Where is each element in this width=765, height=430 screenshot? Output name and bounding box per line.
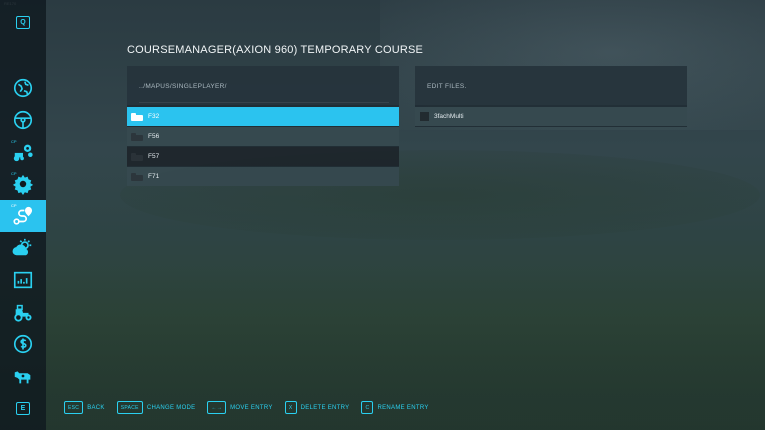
sidebar-next-key[interactable]: E — [16, 402, 30, 415]
folder-row[interactable]: F71 — [127, 167, 399, 186]
folder-panel-header: ../MAPUS/SINGLEPLAYER/ — [127, 66, 399, 105]
steering-wheel-icon — [13, 110, 33, 130]
world-map-icon — [13, 78, 33, 98]
files-panel-header: EDIT FILES. — [415, 66, 687, 105]
nav-item-map[interactable] — [0, 72, 46, 104]
nav-item-cp-settings[interactable]: CP — [0, 168, 46, 200]
action-label: DELETE ENTRY — [300, 404, 350, 411]
action-label: CHANGE MODE — [146, 404, 196, 411]
key-space: SPACE — [116, 401, 143, 414]
folder-row[interactable]: F57 — [127, 147, 399, 166]
nav-item-garage[interactable] — [0, 296, 46, 328]
folder-row[interactable]: F56 — [127, 127, 399, 146]
nav-item-course-manager[interactable]: CP — [0, 200, 46, 232]
folder-icon — [131, 152, 143, 161]
weather-icon — [12, 238, 32, 256]
footer-action-change-mode[interactable]: SPACE CHANGE MODE — [116, 401, 196, 414]
finance-dollar-icon — [13, 334, 33, 354]
footer-action-delete-entry[interactable]: X DELETE ENTRY — [284, 401, 350, 414]
tractor-icon — [14, 304, 32, 322]
page-title: COURSEMANAGER(AXION 960) TEMPORARY COURS… — [127, 44, 424, 56]
key-arrows: ←→ — [207, 401, 227, 414]
action-label: BACK — [87, 404, 105, 411]
nav-item-statistics[interactable] — [0, 264, 46, 296]
files-panel: EDIT FILES. 3fachMulti — [415, 66, 687, 127]
footer-action-back[interactable]: ESC BACK — [64, 401, 105, 414]
folder-icon — [131, 112, 143, 121]
sidebar: Q CP CP CP E — [0, 0, 46, 430]
folder-label: F32 — [148, 113, 160, 120]
sidebar-prev-key[interactable]: Q — [16, 16, 30, 29]
key-esc: ESC — [64, 401, 84, 414]
nav-badge: CP — [11, 203, 17, 208]
action-label: MOVE ENTRY — [230, 404, 273, 411]
folder-icon — [131, 172, 143, 181]
nav-badge: CP — [11, 171, 17, 176]
folder-icon — [131, 132, 143, 141]
file-label: 3fachMulti — [434, 113, 464, 120]
nav-item-animals[interactable] — [0, 360, 46, 392]
key-x: X — [284, 401, 297, 414]
folder-label: F56 — [148, 133, 160, 140]
nav-item-finances[interactable] — [0, 328, 46, 360]
nav-item-cp-global[interactable]: CP — [0, 136, 46, 168]
folder-panel: ../MAPUS/SINGLEPLAYER/ F32 F56 F57 F71 — [127, 66, 399, 186]
folder-path: ../MAPUS/SINGLEPLAYER/ — [139, 83, 227, 90]
footer-action-move-entry[interactable]: ←→ MOVE ENTRY — [207, 401, 272, 414]
file-row[interactable]: 3fachMulti — [415, 107, 687, 126]
statistics-icon — [13, 271, 33, 289]
action-label: RENAME ENTRY — [377, 404, 429, 411]
footer-action-rename-entry[interactable]: C RENAME ENTRY — [361, 401, 428, 414]
cow-icon — [14, 371, 31, 384]
folder-row[interactable]: F32 — [127, 107, 399, 126]
key-c: C — [361, 401, 374, 414]
gear-icon — [12, 174, 34, 195]
nav-item-weather[interactable] — [0, 232, 46, 264]
folder-label: F71 — [148, 173, 160, 180]
nav-item-vehicles[interactable] — [0, 104, 46, 136]
nav-badge: CP — [11, 139, 17, 144]
files-header-label: EDIT FILES. — [427, 83, 467, 90]
folder-label: F57 — [148, 153, 160, 160]
background-scene — [0, 0, 765, 430]
tractor-gears-icon — [13, 144, 33, 162]
route-pin-icon — [13, 206, 33, 225]
file-icon — [420, 112, 429, 121]
footer-actions: ESC BACK SPACE CHANGE MODE ←→ MOVE ENTRY… — [64, 401, 441, 414]
